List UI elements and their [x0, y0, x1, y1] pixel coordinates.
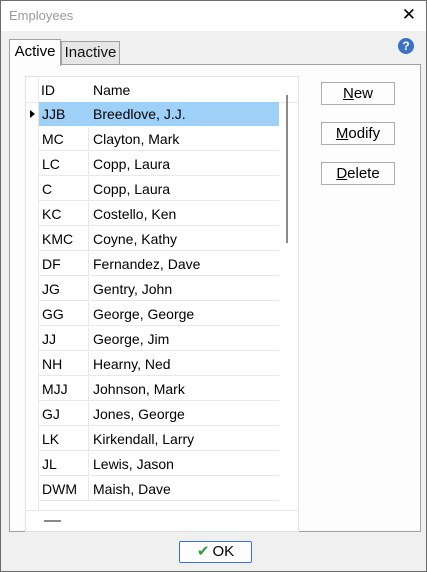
row-indicator [26, 427, 38, 451]
cell-id[interactable]: C [39, 177, 89, 201]
row-indicator [26, 152, 38, 176]
cell-id[interactable]: DWM [39, 477, 89, 501]
row-indicator [26, 277, 38, 301]
cell-name[interactable]: Clayton, Mark [89, 127, 279, 151]
tab-inactive[interactable]: Inactive [61, 41, 120, 65]
new-button-accelerator: N [342, 85, 354, 102]
row-indicator [26, 127, 38, 151]
title-bar: Employees ✕ [1, 1, 426, 31]
modify-button-label: odify [348, 125, 381, 142]
horizontal-scroll-thumb[interactable] [44, 520, 61, 522]
cell-name[interactable]: Johnson, Mark [89, 377, 279, 401]
table-row[interactable]: JL Lewis, Jason [26, 452, 298, 477]
table-row[interactable]: GG George, George [26, 302, 298, 327]
cell-name[interactable]: Gentry, John [89, 277, 279, 301]
table-row[interactable]: C Copp, Laura [26, 177, 298, 202]
grid-rows: JJB Breedlove, J.J. MC Clayton, Mark LC Copp,… [26, 102, 298, 502]
row-indicator [26, 452, 38, 476]
row-indicator [26, 402, 38, 426]
cell-name[interactable]: Hearny, Ned [89, 352, 279, 376]
cell-id[interactable]: MJJ [39, 377, 89, 401]
table-row[interactable]: DWM Maish, Dave [26, 477, 298, 502]
cell-name[interactable]: Costello, Ken [89, 202, 279, 226]
modify-button[interactable]: Modify [321, 122, 395, 145]
cell-id[interactable]: JJ [39, 327, 89, 351]
delete-button[interactable]: Delete [321, 162, 395, 185]
tab-active[interactable]: Active [9, 39, 61, 66]
table-row[interactable]: JG Gentry, John [26, 277, 298, 302]
grid-header: ID Name [26, 77, 298, 103]
table-row[interactable]: KMC Coyne, Kathy [26, 227, 298, 252]
cell-name[interactable]: Jones, George [89, 402, 279, 426]
row-indicator [26, 327, 38, 351]
ok-button[interactable]: ✔ OK [179, 541, 252, 563]
row-indicator [26, 202, 38, 226]
employees-dialog: Employees ✕ Active Inactive ? ID Name JJ… [0, 0, 427, 572]
table-row[interactable]: NH Hearny, Ned [26, 352, 298, 377]
window-title: Employees [9, 8, 74, 23]
cell-name[interactable]: Copp, Laura [89, 177, 279, 201]
cell-name[interactable]: Copp, Laura [89, 152, 279, 176]
employee-grid[interactable]: ID Name JJB Breedlove, J.J. MC Clayton, Mar… [25, 76, 299, 532]
table-row[interactable]: DF Fernandez, Dave [26, 252, 298, 277]
cell-name[interactable]: Breedlove, J.J. [89, 102, 279, 126]
new-button[interactable]: New [321, 82, 395, 105]
ok-button-label: OK [212, 543, 235, 560]
table-row[interactable]: JJ George, Jim [26, 327, 298, 352]
cell-id[interactable]: GG [39, 302, 89, 326]
row-indicator [26, 252, 38, 276]
table-row[interactable]: MC Clayton, Mark [26, 127, 298, 152]
cell-name[interactable]: Coyne, Kathy [89, 227, 279, 251]
cell-id[interactable]: GJ [39, 402, 89, 426]
cell-id[interactable]: JG [39, 277, 89, 301]
cell-name[interactable]: Lewis, Jason [89, 452, 279, 476]
column-header-id[interactable]: ID [41, 82, 55, 98]
table-row[interactable]: LC Copp, Laura [26, 152, 298, 177]
close-icon[interactable]: ✕ [402, 6, 416, 24]
row-indicator [26, 477, 38, 501]
cell-id[interactable]: LK [39, 427, 89, 451]
cell-id[interactable]: KC [39, 202, 89, 226]
row-indicator [26, 352, 38, 376]
cell-name[interactable]: George, Jim [89, 327, 279, 351]
new-button-label: ew [353, 85, 374, 102]
delete-button-accelerator: D [336, 165, 348, 182]
checkmark-icon: ✔ [196, 543, 210, 560]
horizontal-scrollbar[interactable] [26, 510, 298, 531]
cell-id[interactable]: LC [39, 152, 89, 176]
table-row[interactable]: JJB Breedlove, J.J. [26, 102, 298, 127]
help-icon[interactable]: ? [398, 38, 414, 54]
cell-name[interactable]: Kirkendall, Larry [89, 427, 279, 451]
current-row-arrow-icon [30, 110, 35, 118]
column-header-name[interactable]: Name [93, 82, 130, 98]
table-row[interactable]: GJ Jones, George [26, 402, 298, 427]
table-row[interactable]: MJJ Johnson, Mark [26, 377, 298, 402]
delete-button-label: elete [347, 165, 380, 182]
cell-name[interactable]: Maish, Dave [89, 477, 279, 501]
row-indicator [26, 177, 38, 201]
row-indicator [26, 102, 38, 126]
cell-id[interactable]: DF [39, 252, 89, 276]
vertical-scrollbar[interactable] [286, 95, 288, 243]
cell-id[interactable]: KMC [39, 227, 89, 251]
cell-id[interactable]: JJB [39, 102, 89, 126]
row-indicator [26, 302, 38, 326]
cell-name[interactable]: George, George [89, 302, 279, 326]
cell-id[interactable]: MC [39, 127, 89, 151]
table-row[interactable]: LK Kirkendall, Larry [26, 427, 298, 452]
row-indicator [26, 377, 38, 401]
modify-button-accelerator: M [335, 125, 349, 142]
table-row[interactable]: KC Costello, Ken [26, 202, 298, 227]
row-indicator [26, 227, 38, 251]
cell-name[interactable]: Fernandez, Dave [89, 252, 279, 276]
cell-id[interactable]: JL [39, 452, 89, 476]
cell-id[interactable]: NH [39, 352, 89, 376]
